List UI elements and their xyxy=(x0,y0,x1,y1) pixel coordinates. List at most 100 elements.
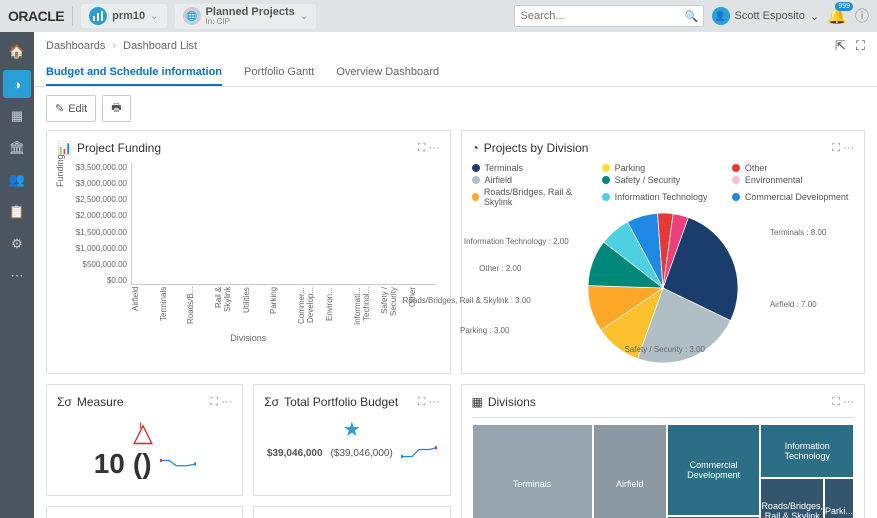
more-icon[interactable]: ⋯ xyxy=(221,396,232,408)
treemap-cell[interactable]: Commercial Development xyxy=(667,424,761,516)
treemap-cell[interactable]: Information Technology xyxy=(760,424,854,478)
tab-portfolio-gantt[interactable]: Portfolio Gantt xyxy=(244,60,314,86)
tab-overview-dashboard[interactable]: Overview Dashboard xyxy=(336,60,439,86)
expand-icon[interactable]: ⛶ xyxy=(418,396,426,408)
print-button[interactable]: 🖶 xyxy=(102,95,130,122)
legend-item: Commercial Development xyxy=(732,187,854,207)
pie-label: Terminals : 8.00 xyxy=(770,228,826,237)
legend-item: Roads/Bridges, Rail & Skylink xyxy=(472,187,594,207)
panel-project-funding: 📊 Project Funding ⛶ ⋯ Funding $3,500,000.… xyxy=(46,130,451,374)
y-tick: $3,500,000.00 xyxy=(69,163,127,172)
x-tick: Environ... xyxy=(325,287,353,329)
share-icon[interactable]: ⇱ xyxy=(835,38,846,54)
treemap-cell[interactable]: Terminals xyxy=(472,424,593,518)
more-icon[interactable]: ⋯ xyxy=(429,396,440,408)
y-axis-label: Funding xyxy=(55,154,65,187)
x-tick: Airfield xyxy=(131,287,159,329)
x-tick: Terminals xyxy=(159,287,187,329)
sidebar-item-dashboards[interactable]: ◑ xyxy=(3,70,31,98)
more-icon[interactable]: ⋯ xyxy=(429,142,440,154)
legend-item: Terminals xyxy=(472,163,594,173)
context-switcher-portfolio[interactable]: 🌐 Planned Projects In: CIP ⌄ xyxy=(175,4,317,29)
help-icon[interactable]: ⓘ xyxy=(855,6,869,26)
treemap-cell[interactable]: Parki... xyxy=(824,478,854,518)
x-axis-label: Divisions xyxy=(230,333,266,343)
treemap-cell[interactable]: Airfield xyxy=(593,424,667,518)
grid-icon: ▦ xyxy=(472,395,483,409)
left-sidebar: 🏠 ◑ ▦ 🏛 👥 📋 ⚙ ⋯ xyxy=(0,32,34,518)
sidebar-item-people[interactable]: 👥 xyxy=(3,166,31,194)
more-icon[interactable]: ⋯ xyxy=(843,396,854,408)
chevron-down-icon: ⌄ xyxy=(150,11,158,22)
warning-icon: △! xyxy=(57,417,232,448)
sigma-icon: Σσ xyxy=(57,395,72,409)
legend-item: Other xyxy=(732,163,854,173)
x-tick: Other xyxy=(408,287,436,329)
y-tick: $2,500,000.00 xyxy=(69,195,127,204)
expand-icon[interactable]: ⛶ xyxy=(418,142,426,154)
fullscreen-icon[interactable]: ⛶ xyxy=(856,38,865,54)
bar-chart-icon: 📊 xyxy=(57,141,72,155)
user-menu[interactable]: 👤 Scott Esposito ⌄ xyxy=(712,7,820,25)
panel-title: Total Portfolio Budget xyxy=(284,395,398,409)
x-tick: Informati... Technol... xyxy=(353,287,381,329)
pie-label: Parking : 3.00 xyxy=(460,326,509,335)
context-switcher-project[interactable]: prm10 ⌄ xyxy=(81,4,166,28)
print-icon: 🖶 xyxy=(111,99,121,118)
pie-label: Safety / Security : 3.00 xyxy=(625,345,705,354)
chevron-right-icon: › xyxy=(112,40,116,52)
x-tick: Rail & Skylink xyxy=(214,287,242,329)
edit-button[interactable]: ✎Edit xyxy=(46,95,96,122)
star-icon: ★ xyxy=(264,417,439,442)
budget-value: $39,046,000 xyxy=(267,448,323,459)
legend-item: Safety / Security xyxy=(602,175,724,185)
breadcrumb-root[interactable]: Dashboards xyxy=(46,40,105,52)
sidebar-item-home[interactable]: 🏠 xyxy=(3,38,31,66)
context2-sublabel: In: CIP xyxy=(206,18,295,26)
panel-divisions: ▦Divisions ⛶ ⋯ TerminalsAirfieldCommerci… xyxy=(461,384,866,518)
panel-total-budget: Σσ Total Portfolio Budget ⛶ ⋯ ★ $39,046,0… xyxy=(253,384,450,496)
panel-title: Projects by Division xyxy=(484,141,589,155)
measure-value: 10 xyxy=(94,448,125,480)
sidebar-item-settings[interactable]: ⚙ xyxy=(3,230,31,258)
panel-scenarios: ⚙Scenarios ⛶ ⋯ xyxy=(253,506,450,518)
chevron-down-icon: ⌄ xyxy=(300,11,308,22)
x-tick: Commer... Develop... xyxy=(297,287,325,329)
more-icon[interactable]: ⋯ xyxy=(843,142,854,154)
top-bar: ORACLE prm10 ⌄ 🌐 Planned Projects In: CI… xyxy=(0,0,877,32)
sidebar-item-apps[interactable]: ▦ xyxy=(3,102,31,130)
user-avatar-icon: 👤 xyxy=(712,7,730,25)
panel-title: Project Funding xyxy=(77,141,161,155)
search-input[interactable] xyxy=(515,10,681,22)
pie-label: Roads/Bridges, Rail & Skylink : 3.00 xyxy=(403,296,531,305)
y-tick: $1,500,000.00 xyxy=(69,228,127,237)
pie-label: Airfield : 7.00 xyxy=(770,300,817,309)
pencil-icon: ✎ xyxy=(55,102,64,115)
sidebar-item-reports[interactable]: 📋 xyxy=(3,198,31,226)
breadcrumb-page: Dashboard List xyxy=(123,40,197,52)
treemap-cell[interactable]: Roads/Bridges, Rail & Skylink xyxy=(760,478,824,518)
tab-budget-schedule[interactable]: Budget and Schedule information xyxy=(46,60,222,86)
expand-icon[interactable]: ⛶ xyxy=(210,396,218,408)
y-tick: $3,000,000.00 xyxy=(69,179,127,188)
legend-item: Airfield xyxy=(472,175,594,185)
breadcrumb: Dashboards › Dashboard List xyxy=(46,40,197,52)
notifications-icon[interactable]: 🔔999 xyxy=(827,6,847,26)
brand-logo: ORACLE xyxy=(8,8,64,24)
sidebar-item-more[interactable]: ⋯ xyxy=(3,262,31,290)
panel-title: Measure xyxy=(77,395,124,409)
y-tick: $0.00 xyxy=(69,276,127,285)
panel-chart: ◔Chart ⛶ ⋯ xyxy=(46,506,243,518)
panel-projects-by-division: ◔Projects by Division ⛶ ⋯ TerminalsParki… xyxy=(461,130,866,374)
sidebar-item-bank[interactable]: 🏛 xyxy=(3,134,31,162)
budget-paren: ($39,046,000) xyxy=(331,448,393,459)
sigma-icon: Σσ xyxy=(264,395,279,409)
pie-label: Other : 2.00 xyxy=(479,264,521,273)
sparkline-icon xyxy=(160,457,196,471)
expand-icon[interactable]: ⛶ xyxy=(832,142,840,154)
y-tick: $2,000,000.00 xyxy=(69,211,127,220)
search-icon[interactable]: 🔍 xyxy=(681,10,703,23)
context1-label: prm10 xyxy=(112,10,145,22)
expand-icon[interactable]: ⛶ xyxy=(832,396,840,408)
measure-paren: () xyxy=(133,448,152,480)
